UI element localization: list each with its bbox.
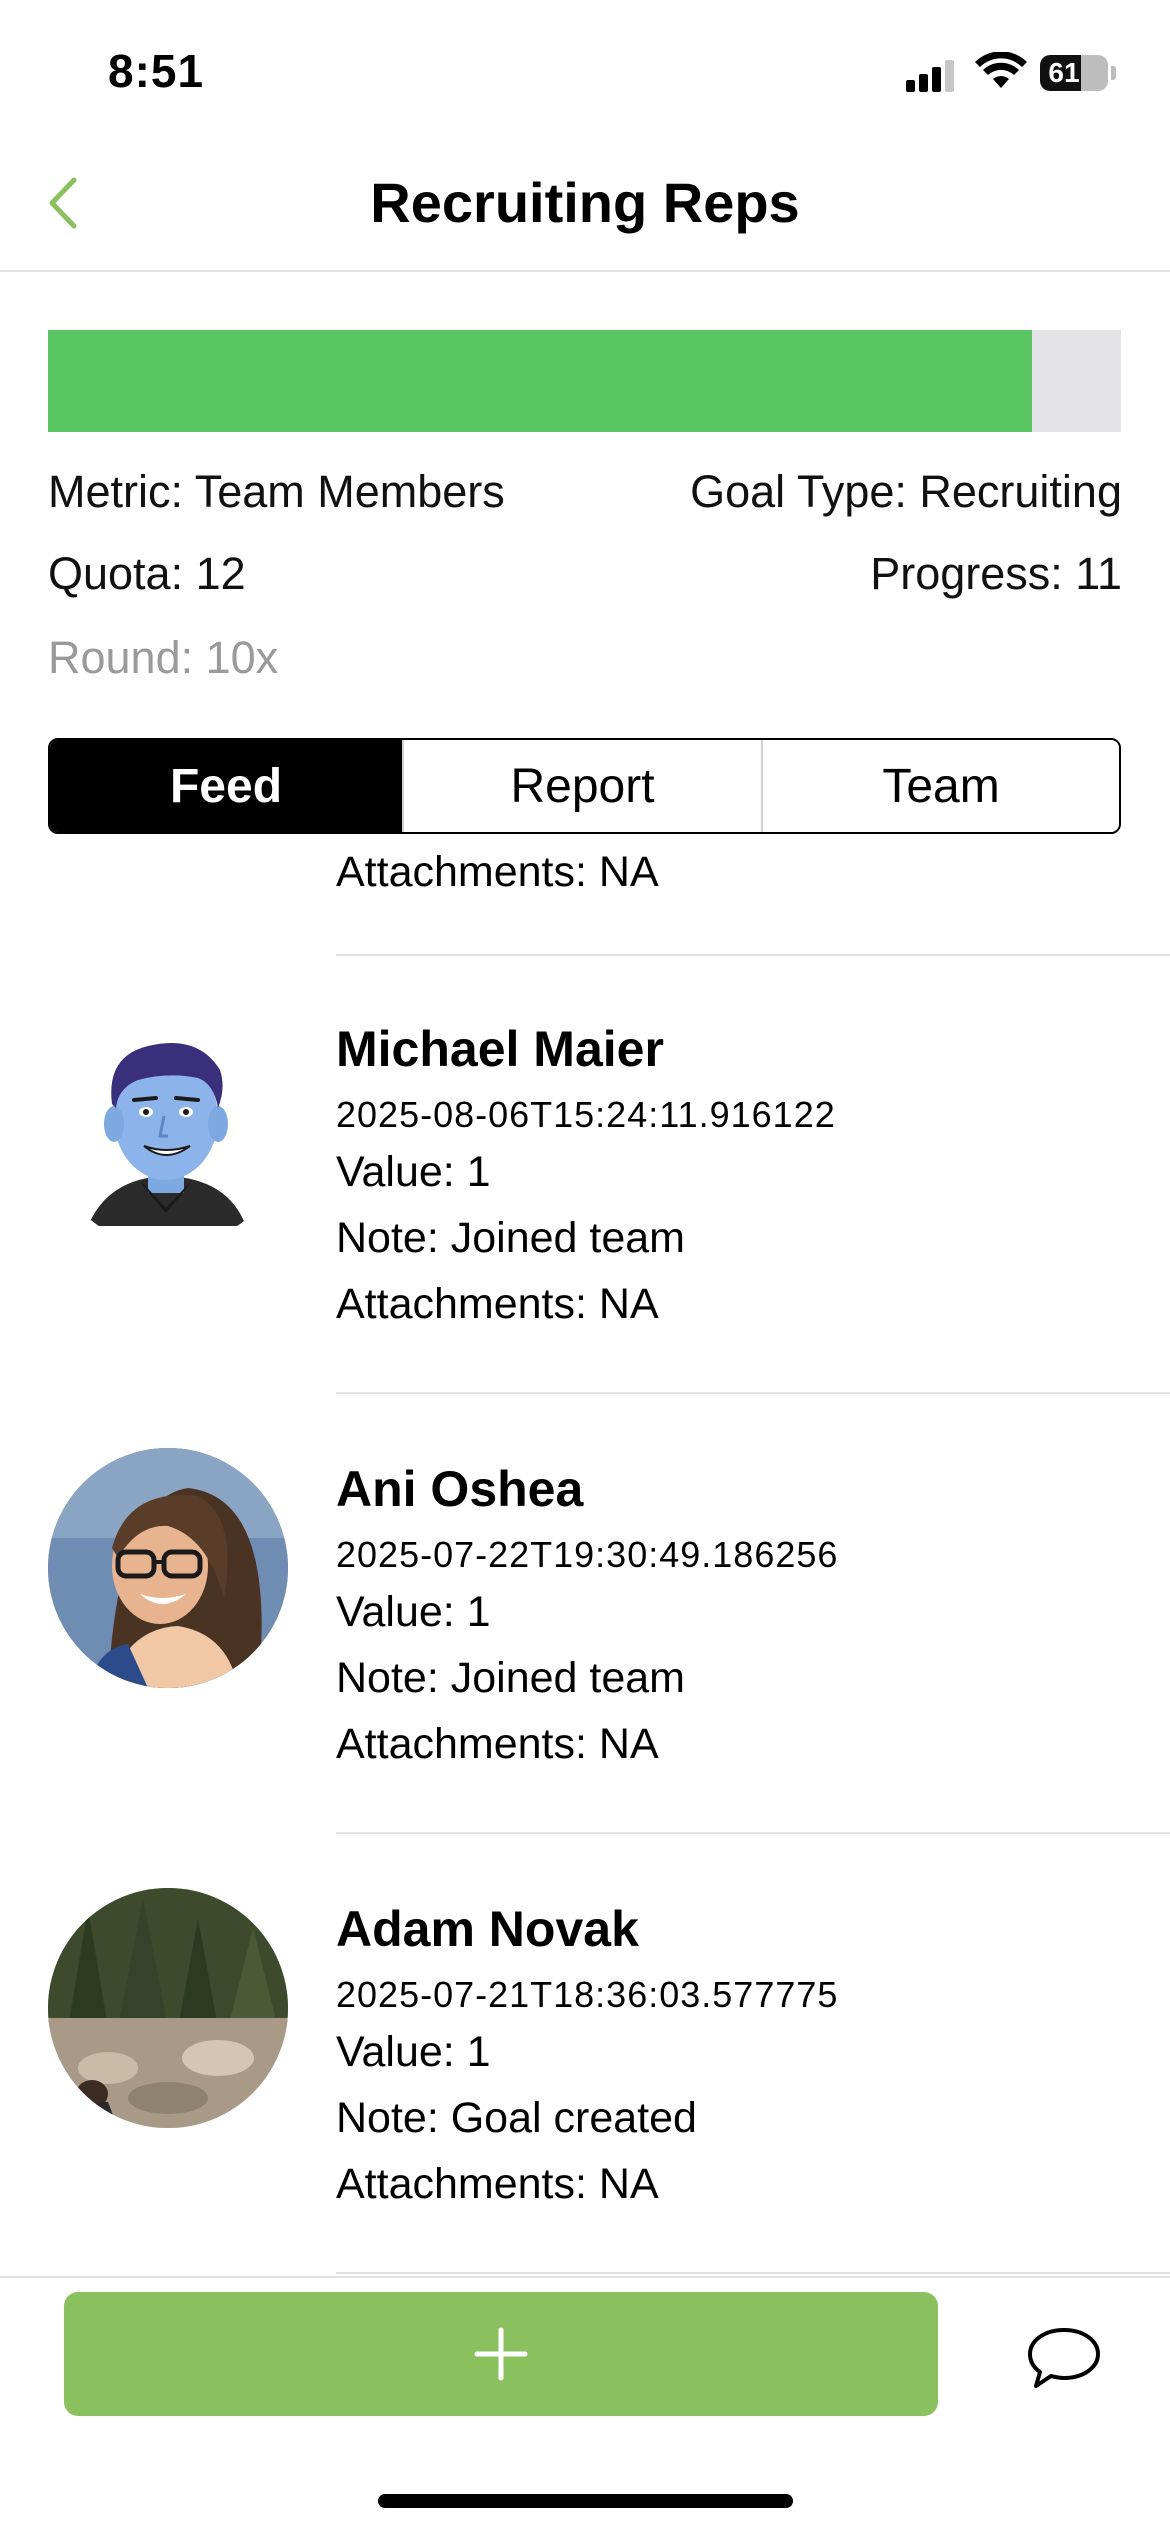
tab-report[interactable]: Report: [402, 740, 761, 832]
tab-feed[interactable]: Feed: [50, 740, 402, 832]
feed-item-name: Michael Maier: [336, 1021, 664, 1077]
metric-label: Metric: Team Members: [48, 466, 505, 517]
battery-tip: [1111, 66, 1116, 80]
avatar: [48, 1888, 288, 2128]
status-time: 8:51: [108, 45, 205, 97]
feed-item-note: Note: Joined team: [336, 1654, 685, 1702]
feed-divider: [336, 1832, 1170, 1834]
feed-item-note: Note: Goal created: [336, 2094, 697, 2142]
plus-icon: [474, 2327, 528, 2381]
feed-item-name: Ani Oshea: [336, 1461, 584, 1517]
feed-item-attachments: Attachments: NA: [336, 1280, 659, 1328]
chat-button[interactable]: [1024, 2316, 1104, 2396]
feed-divider: [336, 954, 1170, 956]
goal-type-label: Goal Type: Recruiting: [690, 466, 1122, 517]
feed-item-name: Adam Novak: [336, 1901, 639, 1957]
feed-divider: [336, 2272, 1170, 2274]
avatar: [48, 1008, 288, 1248]
goal-progress-fill: [48, 330, 1032, 432]
feed-item-value: Value: 1: [336, 2028, 491, 2076]
progress-label: Progress: 11: [870, 548, 1122, 599]
battery-level: 61: [1048, 57, 1080, 88]
activity-feed[interactable]: Attachments: NA Michael Maier 2025-08-06…: [0, 836, 1170, 2276]
navigation-bar: Recruiting Reps: [0, 140, 1170, 272]
tab-team[interactable]: Team: [761, 740, 1119, 832]
feed-item-attachments: Attachments: NA: [336, 1720, 659, 1768]
home-indicator: [378, 2494, 793, 2508]
wifi-icon: [975, 52, 1027, 88]
quota-label: Quota: 12: [48, 548, 246, 599]
status-bar: 8:51 61: [0, 0, 1170, 140]
chat-bubble-icon: [1028, 2328, 1100, 2388]
feed-item-attachments: Attachments: NA: [336, 848, 659, 896]
round-label: Round: 10x: [48, 632, 279, 683]
feed-item-note: Note: Joined team: [336, 1214, 685, 1262]
add-entry-button[interactable]: [64, 2292, 938, 2416]
feed-item-attachments: Attachments: NA: [336, 2160, 659, 2208]
feed-item-timestamp: 2025-08-06T15:24:11.916122: [336, 1094, 836, 1135]
view-segmented-control: Feed Report Team: [48, 738, 1121, 834]
feed-divider: [336, 1392, 1170, 1394]
feed-item-value: Value: 1: [336, 1588, 491, 1636]
profile-photo-image: [48, 1448, 288, 1688]
feed-item-timestamp: 2025-07-22T19:30:49.186256: [336, 1534, 839, 1575]
avatar: [48, 1448, 288, 1688]
page-title: Recruiting Reps: [370, 171, 800, 234]
cellular-signal-icon: [906, 58, 958, 92]
profile-photo-image: [48, 1888, 288, 2128]
cartoon-avatar-image: [88, 1043, 246, 1226]
battery-icon: 61: [1040, 55, 1108, 91]
bottom-action-bar: [0, 2276, 1170, 2532]
feed-item-timestamp: 2025-07-21T18:36:03.577775: [336, 1974, 839, 2015]
feed-item-value: Value: 1: [336, 1148, 491, 1196]
goal-progress-bar: [48, 330, 1121, 432]
